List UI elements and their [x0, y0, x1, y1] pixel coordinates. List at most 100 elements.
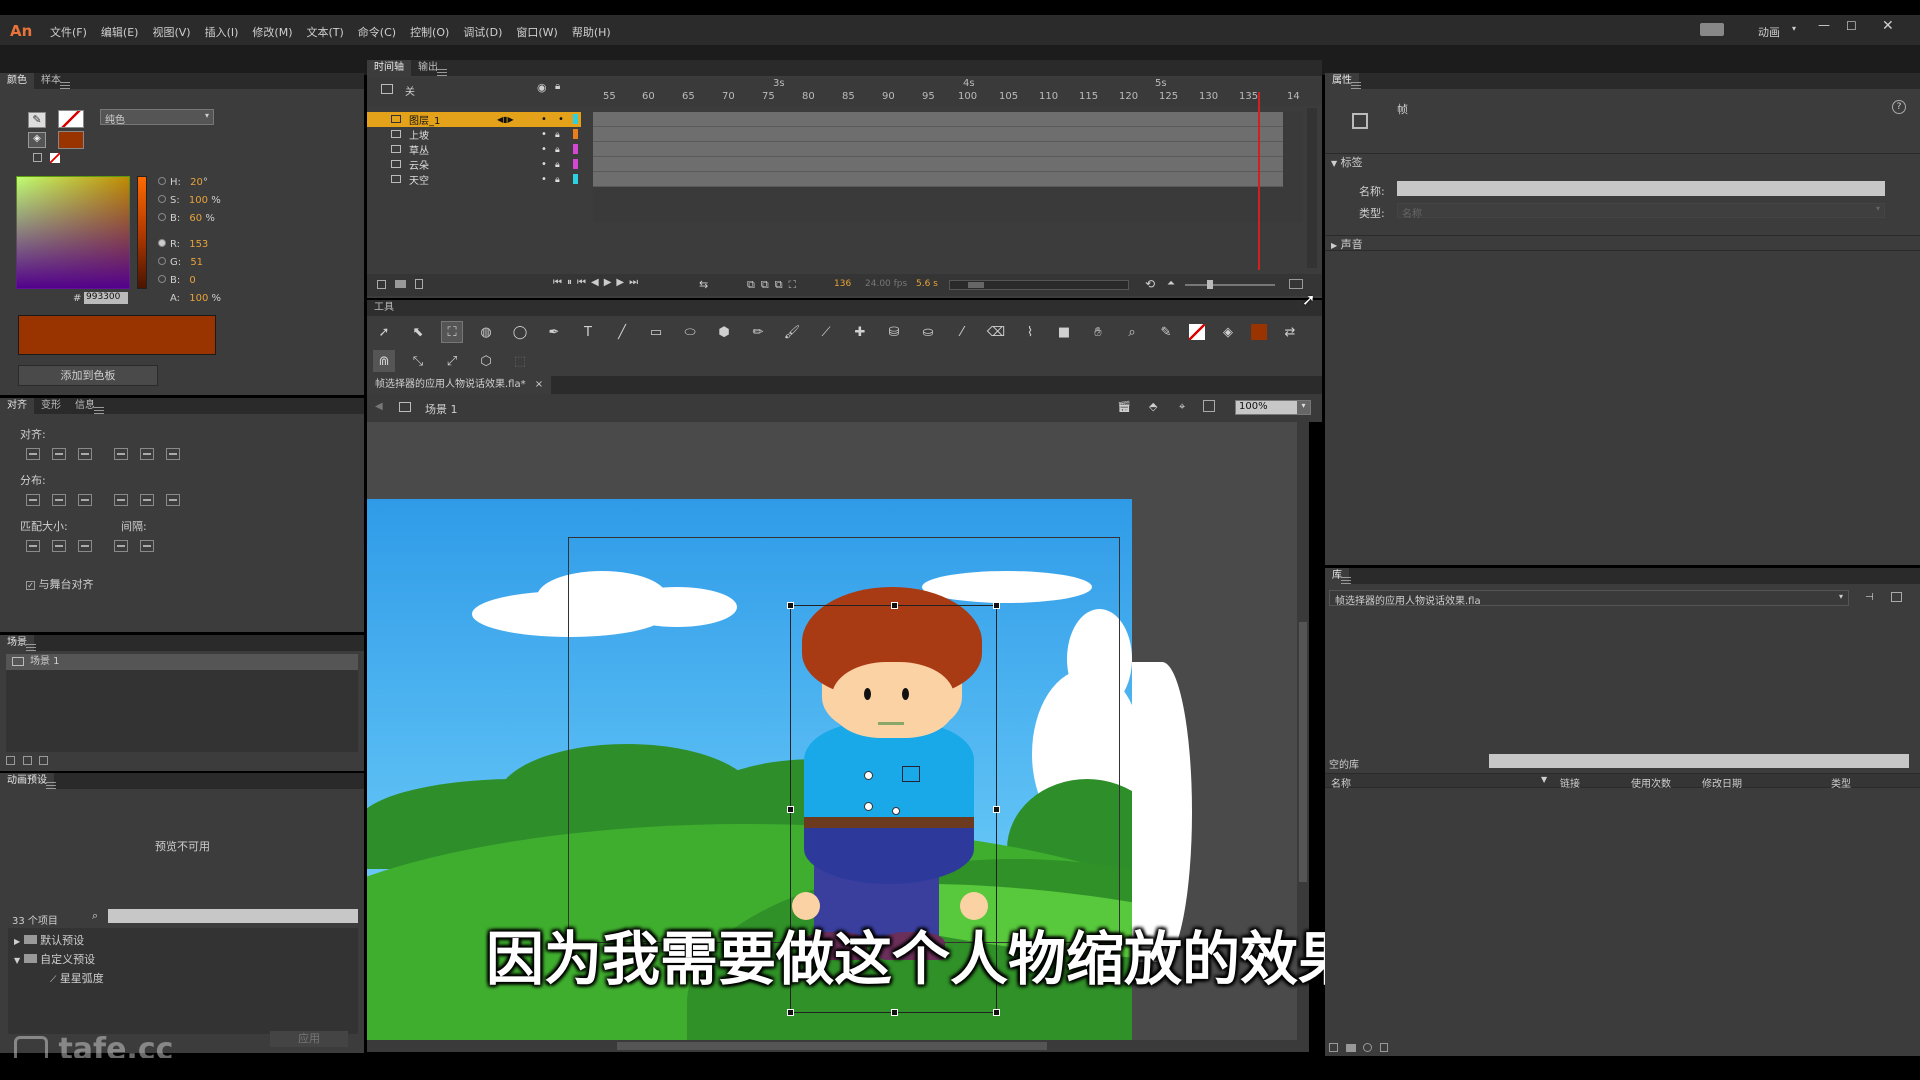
- stage-hscroll[interactable]: [367, 1040, 1309, 1052]
- align-right-icon[interactable]: [78, 448, 92, 460]
- lock-icon[interactable]: 🔒︎: [555, 130, 560, 140]
- panel-menu-icon[interactable]: [437, 68, 447, 76]
- menu-modify[interactable]: 修改(M): [252, 24, 292, 40]
- s-value[interactable]: 100: [189, 195, 208, 206]
- column-linkage[interactable]: 链接: [1560, 775, 1580, 790]
- menu-help[interactable]: 帮助(H): [572, 24, 611, 40]
- timeline-vscroll[interactable]: [1307, 108, 1317, 268]
- visibility-dot[interactable]: •: [541, 129, 547, 140]
- trash-icon[interactable]: [415, 279, 423, 289]
- stroke-swatch-tool[interactable]: [1189, 324, 1205, 340]
- fill-type-select[interactable]: 纯色 ▾: [100, 109, 214, 126]
- distribute-vcenter-icon[interactable]: [52, 494, 66, 506]
- straighten-icon[interactable]: ⤢: [441, 350, 463, 372]
- tab-transform[interactable]: 变形: [34, 398, 68, 414]
- tab-align[interactable]: 对齐: [0, 398, 34, 414]
- smooth-icon[interactable]: ⤡: [407, 350, 429, 372]
- new-library-icon[interactable]: [1891, 592, 1902, 602]
- document-tab[interactable]: 帧选择器的应用人物说话效果.fla* ×: [367, 376, 552, 394]
- frame-span[interactable]: [593, 112, 1283, 127]
- menu-view[interactable]: 视图(V): [152, 24, 190, 40]
- new-folder-icon[interactable]: [395, 280, 406, 288]
- last-frame-icon[interactable]: ⏭: [629, 277, 643, 288]
- pen-tool-icon[interactable]: ✒: [543, 321, 565, 343]
- lock-icon[interactable]: 🔒︎: [555, 175, 560, 185]
- h-value[interactable]: 20: [190, 177, 203, 188]
- close-icon[interactable]: ✕: [1882, 18, 1894, 34]
- match-both-icon[interactable]: [78, 540, 92, 552]
- visibility-dot[interactable]: •: [541, 159, 547, 170]
- column-date-modified[interactable]: 修改日期: [1702, 775, 1742, 790]
- selection-tool-icon[interactable]: ➚: [373, 321, 395, 343]
- menu-commands[interactable]: 命令(C): [358, 24, 396, 40]
- zoom-out-icon[interactable]: ⏶: [1167, 278, 1175, 289]
- frame-span[interactable]: [593, 127, 1283, 142]
- no-color-icon[interactable]: [50, 153, 60, 163]
- zoom-tool-icon[interactable]: ⌕: [1121, 321, 1143, 343]
- maximize-icon[interactable]: ☐: [1846, 19, 1857, 33]
- apply-button[interactable]: 应用: [270, 1031, 348, 1047]
- library-search-input[interactable]: [1489, 754, 1909, 768]
- hex-input[interactable]: 993300: [84, 292, 128, 304]
- match-width-icon[interactable]: [26, 540, 40, 552]
- visibility-dot[interactable]: •: [541, 174, 547, 185]
- refresh-icon[interactable]: ⟲: [1145, 277, 1155, 291]
- transform-handle[interactable]: [891, 1009, 898, 1016]
- clip-stage-icon[interactable]: [1203, 400, 1215, 412]
- align-left-icon[interactable]: [26, 448, 40, 460]
- eye-icon[interactable]: ◉: [537, 81, 547, 94]
- play-icon[interactable]: ▶: [604, 277, 617, 288]
- transform-handle[interactable]: [891, 602, 898, 609]
- loop-icon[interactable]: ⇆: [699, 278, 708, 291]
- text-tool-icon[interactable]: T: [577, 321, 599, 343]
- visibility-dot[interactable]: •: [541, 144, 547, 155]
- registration-point[interactable]: [864, 802, 873, 811]
- registration-point[interactable]: [864, 771, 873, 780]
- zoom-thumb[interactable]: [1207, 280, 1213, 289]
- lock-icon[interactable]: 🔒︎: [555, 160, 560, 170]
- eraser-tool-icon[interactable]: ⌫: [985, 321, 1007, 343]
- space-vertical-icon[interactable]: [114, 540, 128, 552]
- lock-icon[interactable]: 🔒︎: [555, 81, 560, 92]
- go-start-icon[interactable]: ⏮: [577, 277, 591, 288]
- stroke-color-tool-icon[interactable]: ✎: [1155, 321, 1177, 343]
- hand-tool-icon[interactable]: ✋︎: [1087, 321, 1109, 343]
- panel-menu-icon[interactable]: [46, 781, 56, 789]
- stop-icon[interactable]: ⏸: [567, 277, 577, 288]
- frames-grid[interactable]: [593, 112, 1303, 222]
- new-layer-icon[interactable]: [377, 280, 386, 289]
- lasso-tool-icon[interactable]: ◯: [509, 321, 531, 343]
- r-value[interactable]: 153: [189, 239, 208, 250]
- transform-handle[interactable]: [993, 602, 1000, 609]
- timeline-options-icon[interactable]: [1289, 279, 1303, 289]
- frame-span[interactable]: [593, 142, 1283, 157]
- align-top-icon[interactable]: [114, 448, 128, 460]
- swap-colors-tool-icon[interactable]: ⇄: [1279, 321, 1301, 343]
- edit-symbol-icon[interactable]: ⬘: [1149, 400, 1157, 413]
- center-stage-icon[interactable]: ⌖: [1179, 400, 1185, 414]
- chevron-down-icon[interactable]: ▾: [1792, 24, 1796, 33]
- snap-magnet-icon[interactable]: ⋒: [373, 350, 395, 372]
- frame-rate[interactable]: 24.00 fps: [865, 279, 907, 289]
- blue-value[interactable]: 0: [189, 275, 195, 286]
- fill-color-icon[interactable]: ◈: [28, 132, 46, 148]
- sort-icon[interactable]: ▼: [1541, 775, 1547, 784]
- transform-center-point[interactable]: [892, 807, 900, 815]
- tree-item-default-presets[interactable]: ▶ 默认预设: [14, 932, 84, 948]
- timeline-hscroll[interactable]: [949, 280, 1129, 290]
- radio-icon[interactable]: [158, 275, 166, 283]
- alpha-value[interactable]: 100: [189, 293, 208, 304]
- menu-control[interactable]: 控制(O): [410, 24, 449, 40]
- free-transform-tool-icon[interactable]: ⛶: [441, 321, 463, 343]
- visibility-dot[interactable]: •: [541, 114, 547, 125]
- scroll-thumb[interactable]: [617, 1042, 1047, 1050]
- distribute-top-icon[interactable]: [26, 494, 40, 506]
- lock-icon[interactable]: 🔒︎: [555, 145, 560, 155]
- scene-list-item[interactable]: 场景 1: [6, 654, 358, 670]
- fill-swatch[interactable]: [58, 131, 84, 149]
- hue-slider[interactable]: [137, 176, 147, 289]
- breadcrumb-scene[interactable]: 场景 1: [425, 401, 458, 417]
- frame-span[interactable]: [593, 157, 1283, 172]
- 3d-rotation-tool-icon[interactable]: ◍: [475, 321, 497, 343]
- line-tool-icon[interactable]: ╱: [611, 321, 633, 343]
